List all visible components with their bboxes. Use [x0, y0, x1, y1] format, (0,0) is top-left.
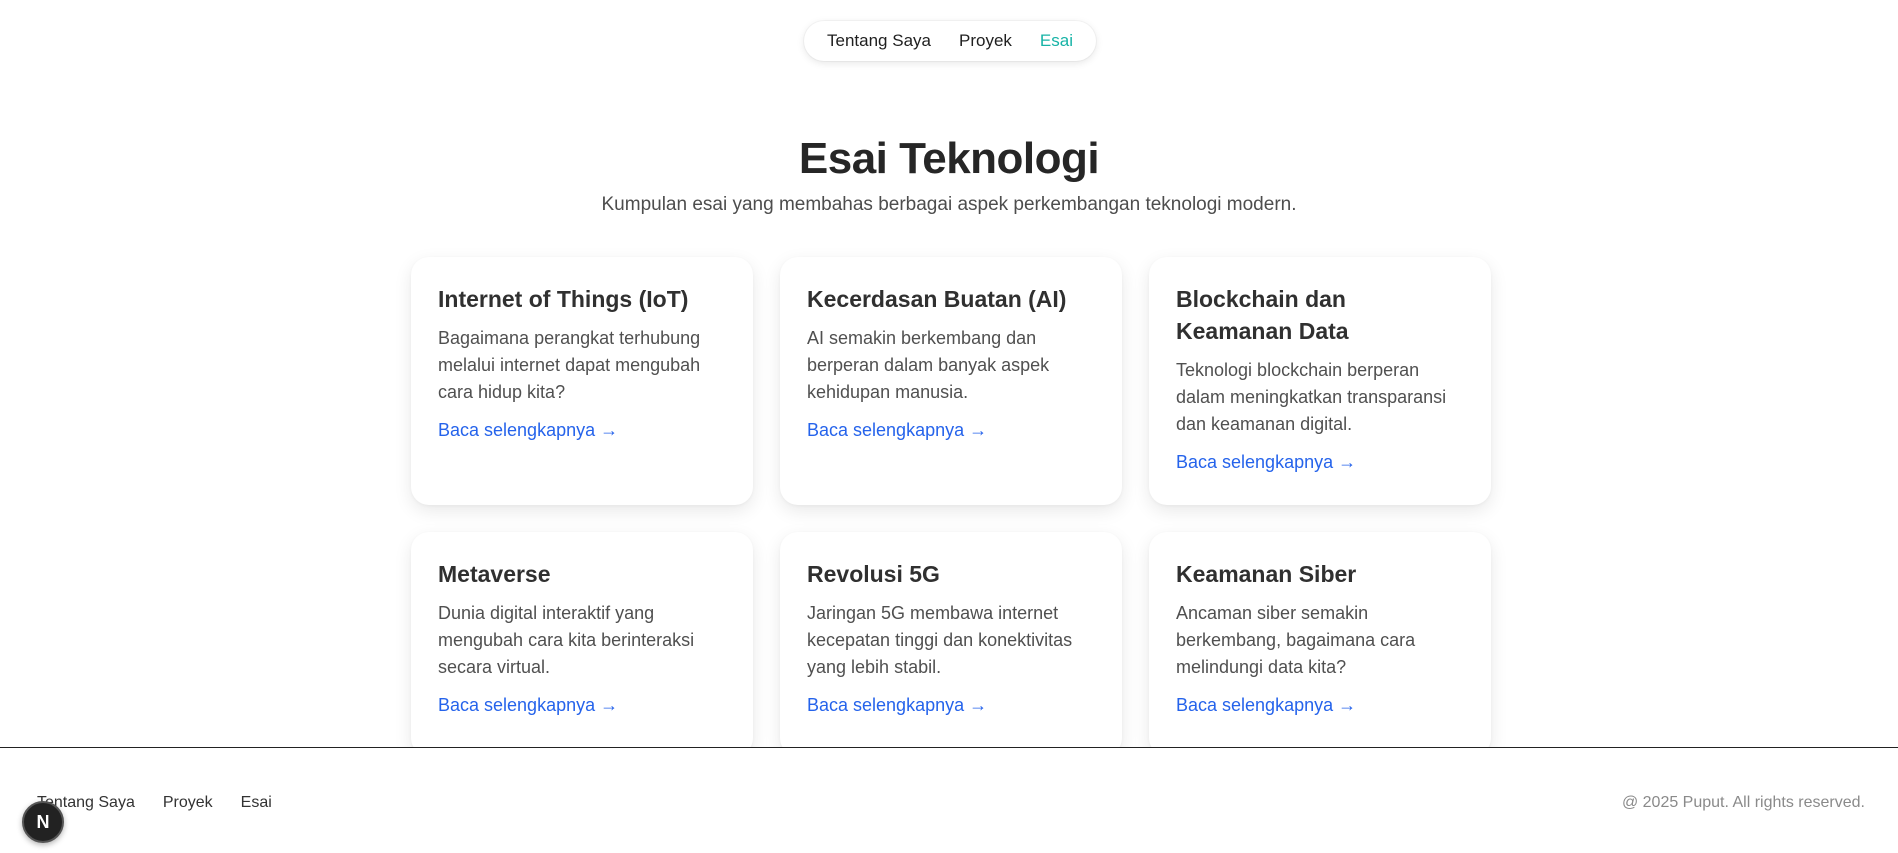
essay-card-title: Kecerdasan Buatan (AI) [807, 286, 1067, 312]
read-more-link[interactable]: Baca selengkapnya → [438, 695, 618, 715]
essay-card-description: Dunia digital interaktif yang mengubah c… [438, 603, 695, 677]
read-more-link[interactable]: Baca selengkapnya → [1176, 695, 1356, 715]
footer-link-esai[interactable]: Esai [241, 794, 272, 812]
top-nav: Tentang Saya Proyek Esai [804, 21, 1096, 61]
badge-letter: N [36, 811, 50, 832]
essay-card-description: Bagaimana perangkat terhubung melalui in… [438, 328, 701, 402]
essay-card-title: Keamanan Siber [1176, 561, 1357, 587]
essay-card-iot: Internet of Things (IoT) Bagaimana peran… [411, 257, 753, 505]
essay-card-metaverse: Metaverse Dunia digital interaktif yang … [411, 532, 753, 756]
essay-card-title: Revolusi 5G [807, 561, 940, 587]
essay-card-description: Jaringan 5G membawa internet kecepatan t… [807, 603, 1073, 677]
footer: Tentang Saya Proyek Esai @ 2025 Puput. A… [0, 747, 1898, 853]
footer-nav: Tentang Saya Proyek Esai [37, 794, 272, 812]
essay-card-description: Teknologi blockchain berperan dalam meni… [1176, 360, 1447, 434]
page-title: Esai Teknologi [798, 134, 1100, 183]
read-more-link[interactable]: Baca selengkapnya → [1176, 452, 1356, 472]
hero: Esai Teknologi Kumpulan esai yang membah… [0, 134, 1898, 216]
essay-card-title: Internet of Things (IoT) [438, 286, 689, 312]
read-more-link[interactable]: Baca selengkapnya → [807, 420, 987, 440]
essay-grid: Internet of Things (IoT) Bagaimana peran… [411, 257, 1491, 756]
essay-card-blockchain: Blockchain dan Keamanan Data Teknologi b… [1149, 257, 1491, 505]
essay-card-keamanan-siber: Keamanan Siber Ancaman siber semakin ber… [1149, 532, 1491, 756]
read-more-link[interactable]: Baca selengkapnya → [807, 695, 987, 715]
nav-link-esai[interactable]: Esai [1040, 31, 1073, 51]
nav-link-proyek[interactable]: Proyek [959, 31, 1012, 51]
nextjs-logo-icon[interactable]: N [22, 801, 64, 843]
essay-card-title: Metaverse [438, 561, 551, 587]
copyright-text: @ 2025 Puput. All rights reserved. [1621, 794, 1865, 811]
nav-link-tentang-saya[interactable]: Tentang Saya [827, 31, 931, 51]
page-subtitle: Kumpulan esai yang membahas berbagai asp… [601, 194, 1297, 215]
essay-card-description: Ancaman siber semakin berkembang, bagaim… [1176, 603, 1416, 677]
essay-card-title: Blockchain dan Keamanan Data [1176, 286, 1349, 344]
essay-card-5g: Revolusi 5G Jaringan 5G membawa internet… [780, 532, 1122, 756]
essay-card-ai: Kecerdasan Buatan (AI) AI semakin berkem… [780, 257, 1122, 505]
read-more-link[interactable]: Baca selengkapnya → [438, 420, 618, 440]
footer-link-proyek[interactable]: Proyek [163, 794, 213, 812]
essay-card-description: AI semakin berkembang dan berperan dalam… [807, 328, 1050, 402]
